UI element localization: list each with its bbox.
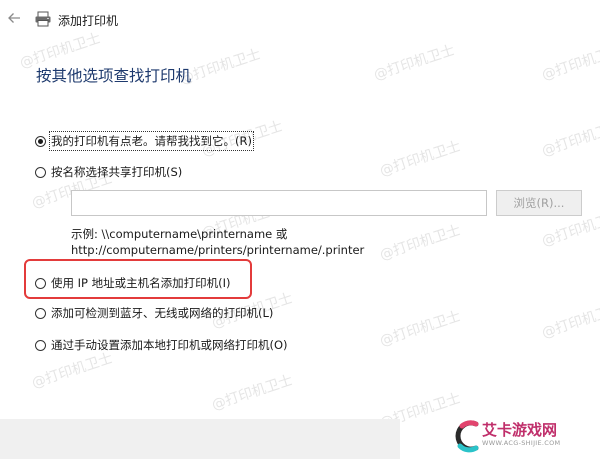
option-shared-printer-by-name[interactable]: 按名称选择共享打印机(S): [35, 163, 182, 181]
page-heading: 按其他选项查找打印机: [36, 67, 192, 85]
radio-button[interactable]: [35, 307, 46, 319]
logo-subtext: WWW.ACG-SHIJIE.COM: [482, 439, 561, 447]
title-bar: 添加打印机: [0, 0, 600, 40]
watermark: @打印机卫士: [209, 372, 295, 414]
example-text-line1: 示例: \\computername\printername 或: [71, 227, 288, 241]
option-printer-older[interactable]: 我的打印机有点老。请帮我找到它。(R): [35, 131, 254, 151]
shared-printer-name-input[interactable]: [71, 190, 487, 216]
logo-text: 艾卡游戏网: [482, 421, 558, 439]
watermark: @打印机卫士: [377, 308, 463, 350]
site-logo: 艾卡游戏网 WWW.ACG-SHIJIE.COM: [452, 410, 600, 459]
window-title: 添加打印机: [58, 14, 119, 28]
watermark: @打印机卫士: [539, 42, 600, 84]
radio-button[interactable]: [35, 339, 46, 351]
radio-button[interactable]: [35, 277, 46, 289]
watermark: @打印机卫士: [539, 300, 600, 342]
watermark: @打印机卫士: [377, 222, 463, 264]
radio-button[interactable]: [35, 166, 46, 178]
watermark: @打印机卫士: [371, 42, 457, 84]
option-ip-hostname[interactable]: 使用 IP 地址或主机名添加打印机(I): [35, 274, 231, 292]
option-label: 按名称选择共享打印机(S): [51, 165, 183, 179]
option-label: 我的打印机有点老。请帮我找到它。(R): [49, 131, 254, 151]
example-text-line2: http://computername/printers/printername…: [71, 243, 365, 257]
watermark: @打印机卫士: [29, 350, 115, 392]
option-manual-local-network[interactable]: 通过手动设置添加本地打印机或网络打印机(O): [35, 336, 288, 354]
radio-button-checked[interactable]: [35, 135, 46, 147]
option-label: 使用 IP 地址或主机名添加打印机(I): [51, 276, 231, 290]
watermark: @打印机卫士: [377, 138, 463, 180]
printer-icon: [34, 11, 52, 27]
watermark: @打印机卫士: [539, 118, 600, 160]
footer-bar: [0, 419, 400, 459]
logo-c-icon: [455, 420, 479, 453]
browse-button[interactable]: 浏览(R)...: [496, 190, 582, 216]
option-label: 通过手动设置添加本地打印机或网络打印机(O): [51, 338, 288, 352]
option-label: 添加可检测到蓝牙、无线或网络的打印机(L): [51, 306, 274, 320]
option-bluetooth-wireless-network[interactable]: 添加可检测到蓝牙、无线或网络的打印机(L): [35, 304, 273, 322]
back-arrow-icon[interactable]: [6, 10, 22, 26]
